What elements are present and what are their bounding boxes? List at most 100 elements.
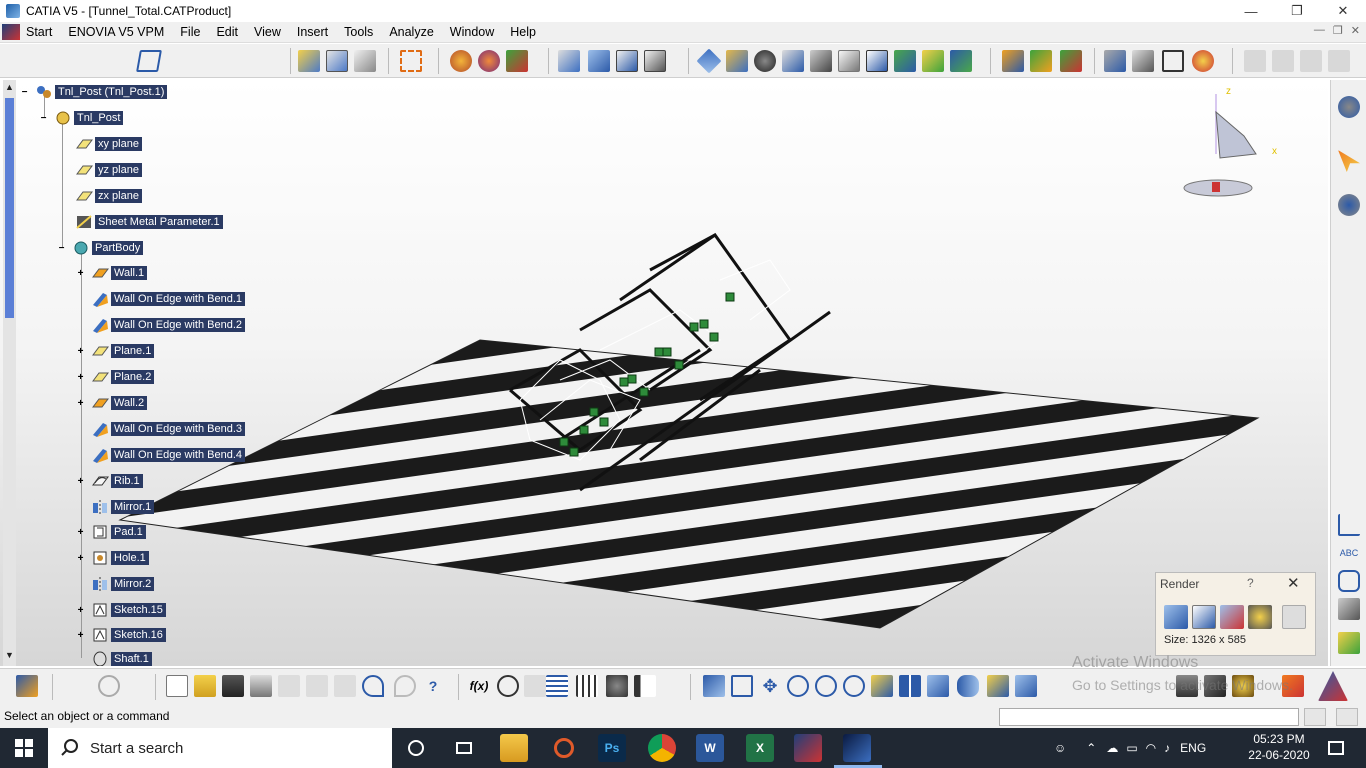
render-settings-icon[interactable]: [1192, 605, 1216, 629]
assemble-icon[interactable]: [1030, 50, 1052, 72]
normal-view-icon[interactable]: [871, 675, 893, 697]
cortana-icon[interactable]: [402, 734, 430, 762]
collapse-toggle-icon[interactable]: −: [39, 113, 48, 123]
battery-icon[interactable]: ▭: [1126, 741, 1137, 755]
language-indicator[interactable]: ENG: [1180, 741, 1206, 755]
fit-all-icon[interactable]: [1162, 50, 1184, 72]
collapse-toggle-icon[interactable]: −: [20, 87, 29, 97]
sheet-metal-parameters-icon[interactable]: [298, 50, 320, 72]
compass-widget[interactable]: z x: [1180, 84, 1277, 204]
sketch-tool-icon[interactable]: [838, 50, 860, 72]
notification-icon[interactable]: [1322, 734, 1350, 762]
zoom-out-icon[interactable]: [843, 675, 865, 697]
expand-toggle-icon[interactable]: +: [76, 476, 85, 486]
command-options-button[interactable]: [1336, 708, 1358, 726]
volume-icon[interactable]: ♪: [1164, 741, 1170, 755]
catia-start-icon[interactable]: [2, 24, 20, 40]
windows-start-button[interactable]: [0, 728, 48, 768]
formula-icon[interactable]: f(x): [468, 675, 490, 697]
cutout-icon[interactable]: [696, 48, 722, 74]
fly-mode-icon[interactable]: [703, 675, 725, 697]
media-player-icon[interactable]: [550, 734, 578, 762]
flag-note-icon[interactable]: [1338, 570, 1360, 592]
text-annotation-icon[interactable]: ABC: [1338, 542, 1360, 564]
multi-view-icon[interactable]: [899, 675, 921, 697]
rotate-icon[interactable]: [787, 675, 809, 697]
tree-node-mirror-2[interactable]: Mirror.2: [91, 574, 155, 594]
catia-active-icon[interactable]: [843, 734, 871, 762]
fit-all-in-icon[interactable]: [731, 675, 753, 697]
shading-icon[interactable]: [957, 675, 979, 697]
expand-toggle-icon[interactable]: +: [76, 346, 85, 356]
transformations-icon[interactable]: [894, 50, 916, 72]
file-explorer-icon[interactable]: [500, 734, 528, 762]
expand-toggle-icon[interactable]: +: [76, 398, 85, 408]
constraints-icon[interactable]: [950, 50, 972, 72]
measure-icon[interactable]: [1104, 50, 1126, 72]
recognize-icon[interactable]: [922, 50, 944, 72]
grid-icon[interactable]: [576, 675, 598, 697]
people-icon[interactable]: ☺: [1054, 741, 1066, 755]
catalog-icon[interactable]: [606, 675, 628, 697]
fold-unfold-icon[interactable]: [478, 50, 500, 72]
tree-node-shaft-1[interactable]: Shaft.1: [91, 651, 152, 666]
tree-node-root-product[interactable]: − Tnl_Post (Tnl_Post.1): [20, 82, 168, 102]
workbench-icon[interactable]: [16, 675, 38, 697]
onedrive-icon[interactable]: ☁: [1106, 741, 1118, 755]
system-clock[interactable]: 05:23 PM 22-06-2020: [1248, 731, 1310, 763]
tree-node-zx-plane[interactable]: zx plane: [75, 186, 142, 206]
light-source-icon[interactable]: [1192, 50, 1214, 72]
tree-node-wall-on-edge-1[interactable]: Wall On Edge with Bend.1: [91, 289, 245, 309]
axis-system-icon[interactable]: [1338, 514, 1360, 536]
quick-view-icon[interactable]: [927, 675, 949, 697]
tree-node-hole-1[interactable]: + Hole.1: [76, 548, 149, 568]
expand-toggle-icon[interactable]: +: [76, 372, 85, 382]
unfold-icon[interactable]: [400, 50, 422, 72]
tree-node-wall-2[interactable]: + Wall.2: [76, 393, 148, 413]
hide-show-icon[interactable]: [987, 675, 1009, 697]
scroll-down-arrow-icon[interactable]: ▼: [3, 650, 16, 664]
open-folder-icon[interactable]: [194, 675, 216, 697]
table-icon[interactable]: [546, 675, 568, 697]
tree-node-plane-1[interactable]: + Plane.1: [76, 341, 155, 361]
menu-view[interactable]: View: [246, 22, 289, 43]
close-icon[interactable]: ✕: [1287, 574, 1300, 592]
corner-relief-icon[interactable]: [754, 50, 776, 72]
tree-node-sketch-15[interactable]: + Sketch.15: [76, 600, 166, 620]
analysis-icon[interactable]: [1132, 50, 1154, 72]
zoom-in-icon[interactable]: [815, 675, 837, 697]
save-icon[interactable]: [222, 675, 244, 697]
collapse-toggle-icon[interactable]: −: [57, 243, 66, 253]
tree-node-yz-plane[interactable]: yz plane: [75, 160, 142, 180]
menu-help[interactable]: Help: [502, 22, 544, 43]
swap-visible-space-icon[interactable]: [1015, 675, 1037, 697]
tree-node-sheet-metal-parameter[interactable]: Sheet Metal Parameter.1: [75, 212, 223, 232]
menu-edit[interactable]: Edit: [208, 22, 246, 43]
minimize-button[interactable]: —: [1228, 0, 1274, 22]
insert-body-icon[interactable]: [1002, 50, 1024, 72]
expand-toggle-icon[interactable]: +: [76, 527, 85, 537]
wall-tool-icon[interactable]: [558, 50, 580, 72]
command-input[interactable]: [999, 708, 1299, 726]
tolerance-icon[interactable]: [1338, 598, 1360, 620]
parameters-icon[interactable]: [634, 675, 656, 697]
command-history-button[interactable]: [1304, 708, 1326, 726]
add-body-icon[interactable]: [1060, 50, 1082, 72]
flange-icon[interactable]: [616, 50, 638, 72]
menu-enovia[interactable]: ENOVIA V5 VPM: [60, 22, 172, 43]
sheet-metal-workbench-icon[interactable]: [136, 50, 162, 72]
select-options-icon[interactable]: [1338, 194, 1360, 216]
bead-icon[interactable]: [810, 50, 832, 72]
taskbar-search-box[interactable]: Start a search: [48, 728, 392, 768]
photoshop-icon[interactable]: Ps: [598, 734, 626, 762]
whats-this-icon[interactable]: ?: [422, 675, 444, 697]
dimension-icon[interactable]: [1338, 632, 1360, 654]
tree-node-wall-on-edge-3[interactable]: Wall On Edge with Bend.3: [91, 419, 245, 439]
views-management-icon[interactable]: [450, 50, 472, 72]
doc-close-button[interactable]: ✕: [1351, 24, 1360, 37]
menu-analyze[interactable]: Analyze: [381, 22, 441, 43]
hole-tool-icon[interactable]: [726, 50, 748, 72]
catia-icon[interactable]: [794, 734, 822, 762]
tree-scrollbar[interactable]: ▲ ▼: [3, 80, 16, 666]
bend-allowance-icon[interactable]: [354, 50, 376, 72]
